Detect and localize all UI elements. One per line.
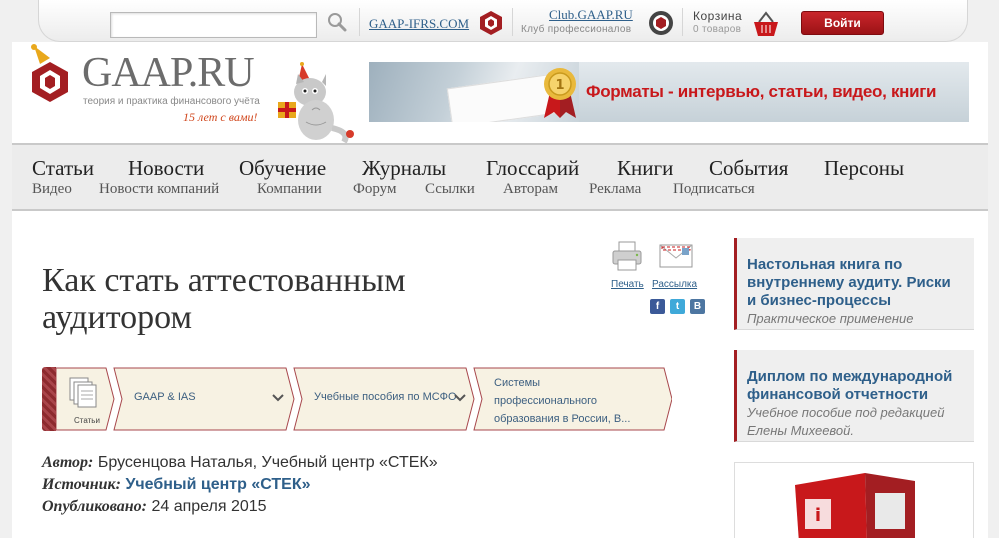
main-navigation: Статьи Новости Обучение Журналы Глоссари… [12, 143, 988, 211]
divider [682, 8, 683, 36]
nav-item-persons[interactable]: Персоны [824, 156, 904, 181]
breadcrumb-label: Учебные пособия по МСФО [314, 391, 457, 403]
source-label: Источник: [42, 476, 121, 493]
page-title: Как стать аттестованным аудитором [42, 262, 406, 336]
source-link[interactable]: Учебный центр «СТЕК» [125, 476, 310, 493]
nav-sub-links[interactable]: Ссылки [425, 181, 475, 198]
breadcrumb: Статьи GAAP & IAS Учебные пособия по МСФ… [42, 367, 672, 431]
book-cover-image: i [795, 473, 915, 538]
sidebar-item-subtitle: Учебное пособие под редакцией Елены Михе… [747, 405, 945, 438]
svg-text:1: 1 [555, 78, 564, 93]
nav-item-news[interactable]: Новости [128, 156, 204, 181]
nav-sub-advertising[interactable]: Реклама [589, 181, 641, 198]
facebook-icon[interactable]: f [650, 299, 665, 314]
divider [359, 8, 360, 36]
divider [512, 8, 513, 36]
gaap-ifrs-link[interactable]: GAAP-IFRS.COM [369, 16, 469, 32]
nav-item-events[interactable]: События [709, 156, 788, 181]
logo-text[interactable]: GAAP.RU [82, 52, 255, 94]
nav-item-articles[interactable]: Статьи [32, 156, 94, 181]
cart-label[interactable]: Корзина [693, 9, 742, 23]
sidebar-item[interactable]: Диплом по международной финансовой отчет… [734, 350, 974, 442]
source-line: Источник: Учебный центр «СТЕК» [42, 476, 310, 494]
author-line: Автор: Брусенцова Наталья, Учебный центр… [42, 454, 438, 472]
search-input[interactable] [110, 12, 317, 38]
sidebar-item[interactable]: Настольная книга по внутреннему аудиту. … [734, 238, 974, 330]
nav-sub-companies[interactable]: Компании [257, 181, 322, 198]
published-date: 24 апреля 2015 [151, 498, 267, 515]
ad-banner[interactable]: 1 Форматы - интервью, статьи, видео, кни… [369, 62, 969, 122]
published-line: Опубликовано: 24 апреля 2015 [42, 498, 267, 516]
breadcrumb-current[interactable]: Системы профессионального образования в … [482, 367, 662, 431]
nav-item-glossary[interactable]: Глоссарий [486, 156, 579, 181]
nav-sub-authors[interactable]: Авторам [503, 181, 558, 198]
breadcrumb-ifrs-manuals[interactable]: Учебные пособия по МСФО [302, 367, 474, 431]
author-value: Брусенцова Наталья, Учебный центр «СТЕК» [97, 454, 438, 471]
nav-sub-subscribe[interactable]: Подписаться [673, 181, 755, 198]
documents-icon [69, 377, 97, 408]
breadcrumb-start [42, 367, 56, 431]
breadcrumb-articles-label: Статьи [74, 416, 100, 425]
chevron-down-icon[interactable] [454, 394, 466, 402]
published-label: Опубликовано: [42, 498, 147, 515]
logo-anniversary: 15 лет с вами! [183, 110, 258, 124]
nav-item-education[interactable]: Обучение [239, 156, 326, 181]
breadcrumb-gaap-ias[interactable]: GAAP & IAS [122, 367, 294, 431]
nav-sub-forum[interactable]: Форум [353, 181, 396, 198]
club-link[interactable]: Club.GAAP.RU [549, 7, 633, 23]
search-icon[interactable] [326, 11, 348, 33]
gaap-logo-icon[interactable] [24, 44, 76, 104]
svg-text:i: i [815, 505, 821, 526]
gaap-ifrs-emblem-icon[interactable] [478, 10, 504, 36]
nav-sub-company-news[interactable]: Новости компаний [99, 181, 219, 198]
banner-text: Форматы - интервью, статьи, видео, книги [586, 82, 937, 101]
nav-item-books[interactable]: Книги [617, 156, 673, 181]
breadcrumb-label: Системы профессионального образования в … [494, 377, 631, 425]
envelope-icon[interactable] [659, 242, 693, 270]
mailing-link[interactable]: Рассылка [652, 279, 697, 290]
basket-icon[interactable] [752, 11, 780, 37]
club-emblem-icon[interactable] [648, 10, 674, 36]
twitter-icon[interactable]: t [670, 299, 685, 314]
login-button[interactable]: Войти [801, 11, 884, 35]
cart-count: 0 товаров [693, 24, 742, 35]
nav-sub-video[interactable]: Видео [32, 181, 72, 198]
nav-item-journals[interactable]: Журналы [362, 156, 446, 181]
breadcrumb-label: GAAP & IAS [134, 391, 196, 403]
club-subtitle: Клуб профессионалов [521, 24, 632, 35]
breadcrumb-articles[interactable]: Статьи [56, 367, 114, 431]
sidebar-item-title[interactable]: Настольная книга по внутреннему аудиту. … [747, 256, 964, 310]
author-label: Автор: [42, 454, 94, 471]
print-link[interactable]: Печать [611, 279, 644, 290]
chevron-down-icon[interactable] [272, 394, 284, 402]
cat-mascot-icon [278, 62, 354, 144]
medal-icon: 1 [544, 68, 576, 118]
sidebar-item-subtitle: Практическое применение [747, 311, 914, 326]
sidebar-item-title[interactable]: Диплом по международной финансовой отчет… [747, 368, 964, 404]
printer-icon[interactable] [611, 240, 643, 272]
logo-tagline: теория и практика финансового учёта [83, 96, 260, 107]
vkontakte-icon[interactable]: В [690, 299, 705, 314]
sidebar-book-image[interactable]: i [734, 462, 974, 538]
